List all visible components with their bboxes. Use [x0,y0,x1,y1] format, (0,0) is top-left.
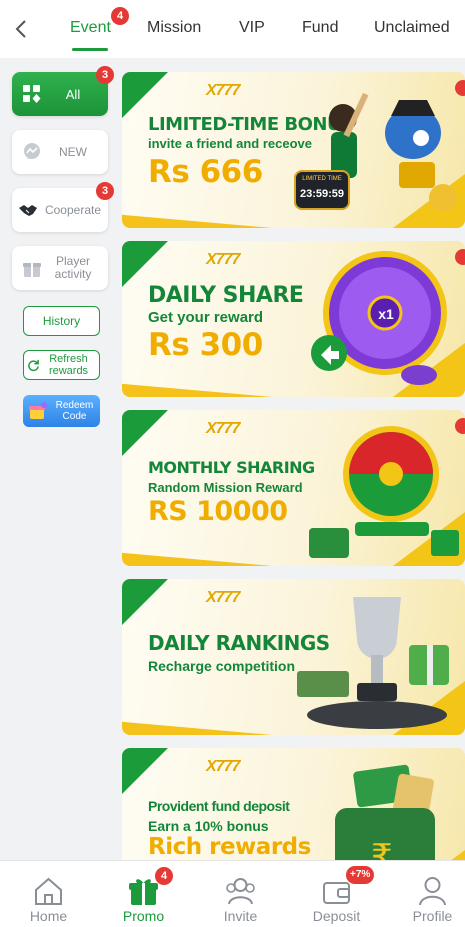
category-new-label: NEW [59,144,87,159]
banner-title: MONTHLY SHARING [148,458,315,477]
nav-profile-label: Profile [412,908,453,924]
banner-subtitle: Earn a 10% bonus [148,818,269,834]
brand-logo-text: X777 [206,589,240,606]
category-player-activity[interactable]: Player activity [12,246,108,290]
back-arrow-icon[interactable] [10,16,34,42]
category-sidebar: All 3 NEW Cooperate 3 Player activity Hi… [0,58,118,860]
banner-amount: Rs 666 [148,154,263,190]
active-tab-indicator [72,48,108,51]
category-all[interactable]: All [12,72,108,116]
grid-icon [23,85,41,103]
banner-amount: Rich rewards [148,834,311,860]
nav-promo-label: Promo [122,908,165,924]
promo-banner-monthly-sharing[interactable]: X777 MONTHLY SHARING Random Mission Rewa… [122,410,465,566]
banner-amount: Rs 300 [148,327,263,363]
banner-badge [455,80,465,96]
banner-subtitle: Recharge competition [148,658,296,674]
tab-event-badge: 4 [111,7,129,25]
tab-fund[interactable]: Fund [302,19,338,37]
tab-vip[interactable]: VIP [239,19,265,37]
nav-profile[interactable]: Profile [386,861,465,927]
redeem-code-button[interactable]: Redeem Code [23,395,100,427]
brand-logo: X777 [206,420,240,438]
brand-logo: X777 [206,251,240,269]
nav-home[interactable]: Home [2,861,95,927]
wheel-multiplier: x1 [378,306,394,322]
brand-logo-text: X777 [206,251,240,268]
category-all-badge: 3 [96,66,114,84]
category-cooperate-badge: 3 [96,182,114,200]
tab-mission[interactable]: Mission [147,19,201,37]
refresh-icon [28,359,39,372]
brand-logo: X777 [206,758,240,776]
brand-logo-text: X777 [206,758,240,775]
banner-subtitle: Random Mission Reward [148,480,303,495]
wallet-cards-icon: ₹ [335,764,435,860]
handshake-icon [19,205,37,216]
category-all-label: All [65,86,81,102]
timer-label: LIMITED TIME [302,176,342,182]
brand-logo: X777 [206,82,240,100]
countdown-timer: LIMITED TIME 23:59:59 [294,170,350,210]
category-player-activity-label: Player activity [54,254,92,281]
brand-logo-text: X777 [206,82,240,99]
tab-unclaimed[interactable]: Unclaimed [374,19,450,37]
nav-invite-label: Invite [223,908,258,924]
banner-subtitle: invite a friend and receove [148,136,313,151]
top-bar: Event 4 Mission VIP Fund Unclaimed [0,0,465,58]
tab-event[interactable]: Event [70,19,111,37]
brand-logo: X777 [206,589,240,607]
banner-title: DAILY SHARE [148,283,304,308]
people-icon [226,878,255,905]
category-cooperate-label: Cooperate [44,202,102,217]
nav-promo[interactable]: Promo [97,861,190,927]
redeem-gift-icon [29,402,47,419]
promo-banner-limited-time-bonus[interactable]: X777 LIMITED-TIME BONUS invite a friend … [122,72,465,228]
home-icon [35,877,62,905]
banner-amount: RS 10000 [148,496,288,527]
banner-badge [455,418,465,434]
refresh-rewards-button[interactable]: Refresh rewards [23,350,100,380]
person-icon [419,877,446,906]
banner-badge [455,249,465,265]
banner-title: Provident fund deposit [148,798,290,814]
svg-text:₹: ₹ [371,837,393,860]
promo-banner-daily-share[interactable]: X777 DAILY SHARE Get your reward Rs 300 … [122,241,465,397]
promo-banner-list: X777 LIMITED-TIME BONUS invite a friend … [118,58,465,860]
banner-subtitle: Get your reward [148,309,264,326]
brand-logo-text: X777 [206,420,240,437]
category-cooperate[interactable]: Cooperate [12,188,108,232]
promo-banner-daily-rankings[interactable]: X777 DAILY RANKINGS Recharge competition [122,579,465,735]
nav-deposit-label: Deposit [312,908,361,924]
trophy-icon [297,597,449,729]
chat-bubble-icon [24,143,40,159]
history-button[interactable]: History [23,306,100,336]
refresh-rewards-label: Refresh rewards [48,353,89,377]
promo-banner-provident-fund[interactable]: X777 Provident fund deposit Earn a 10% b… [122,748,465,860]
bottom-navigation: Home Promo 4 Invite Deposit +7% Profile [0,860,465,927]
nav-invite[interactable]: Invite [194,861,287,927]
timer-value: 23:59:59 [299,188,345,200]
nav-promo-badge: 4 [155,867,173,885]
category-new[interactable]: NEW [12,130,108,174]
nav-home-label: Home [29,908,68,924]
nav-deposit-badge: +7% [346,866,375,884]
lucky-wheel-icon [309,426,459,558]
redeem-code-label: Redeem Code [55,400,94,422]
gift-box-icon [23,263,41,277]
